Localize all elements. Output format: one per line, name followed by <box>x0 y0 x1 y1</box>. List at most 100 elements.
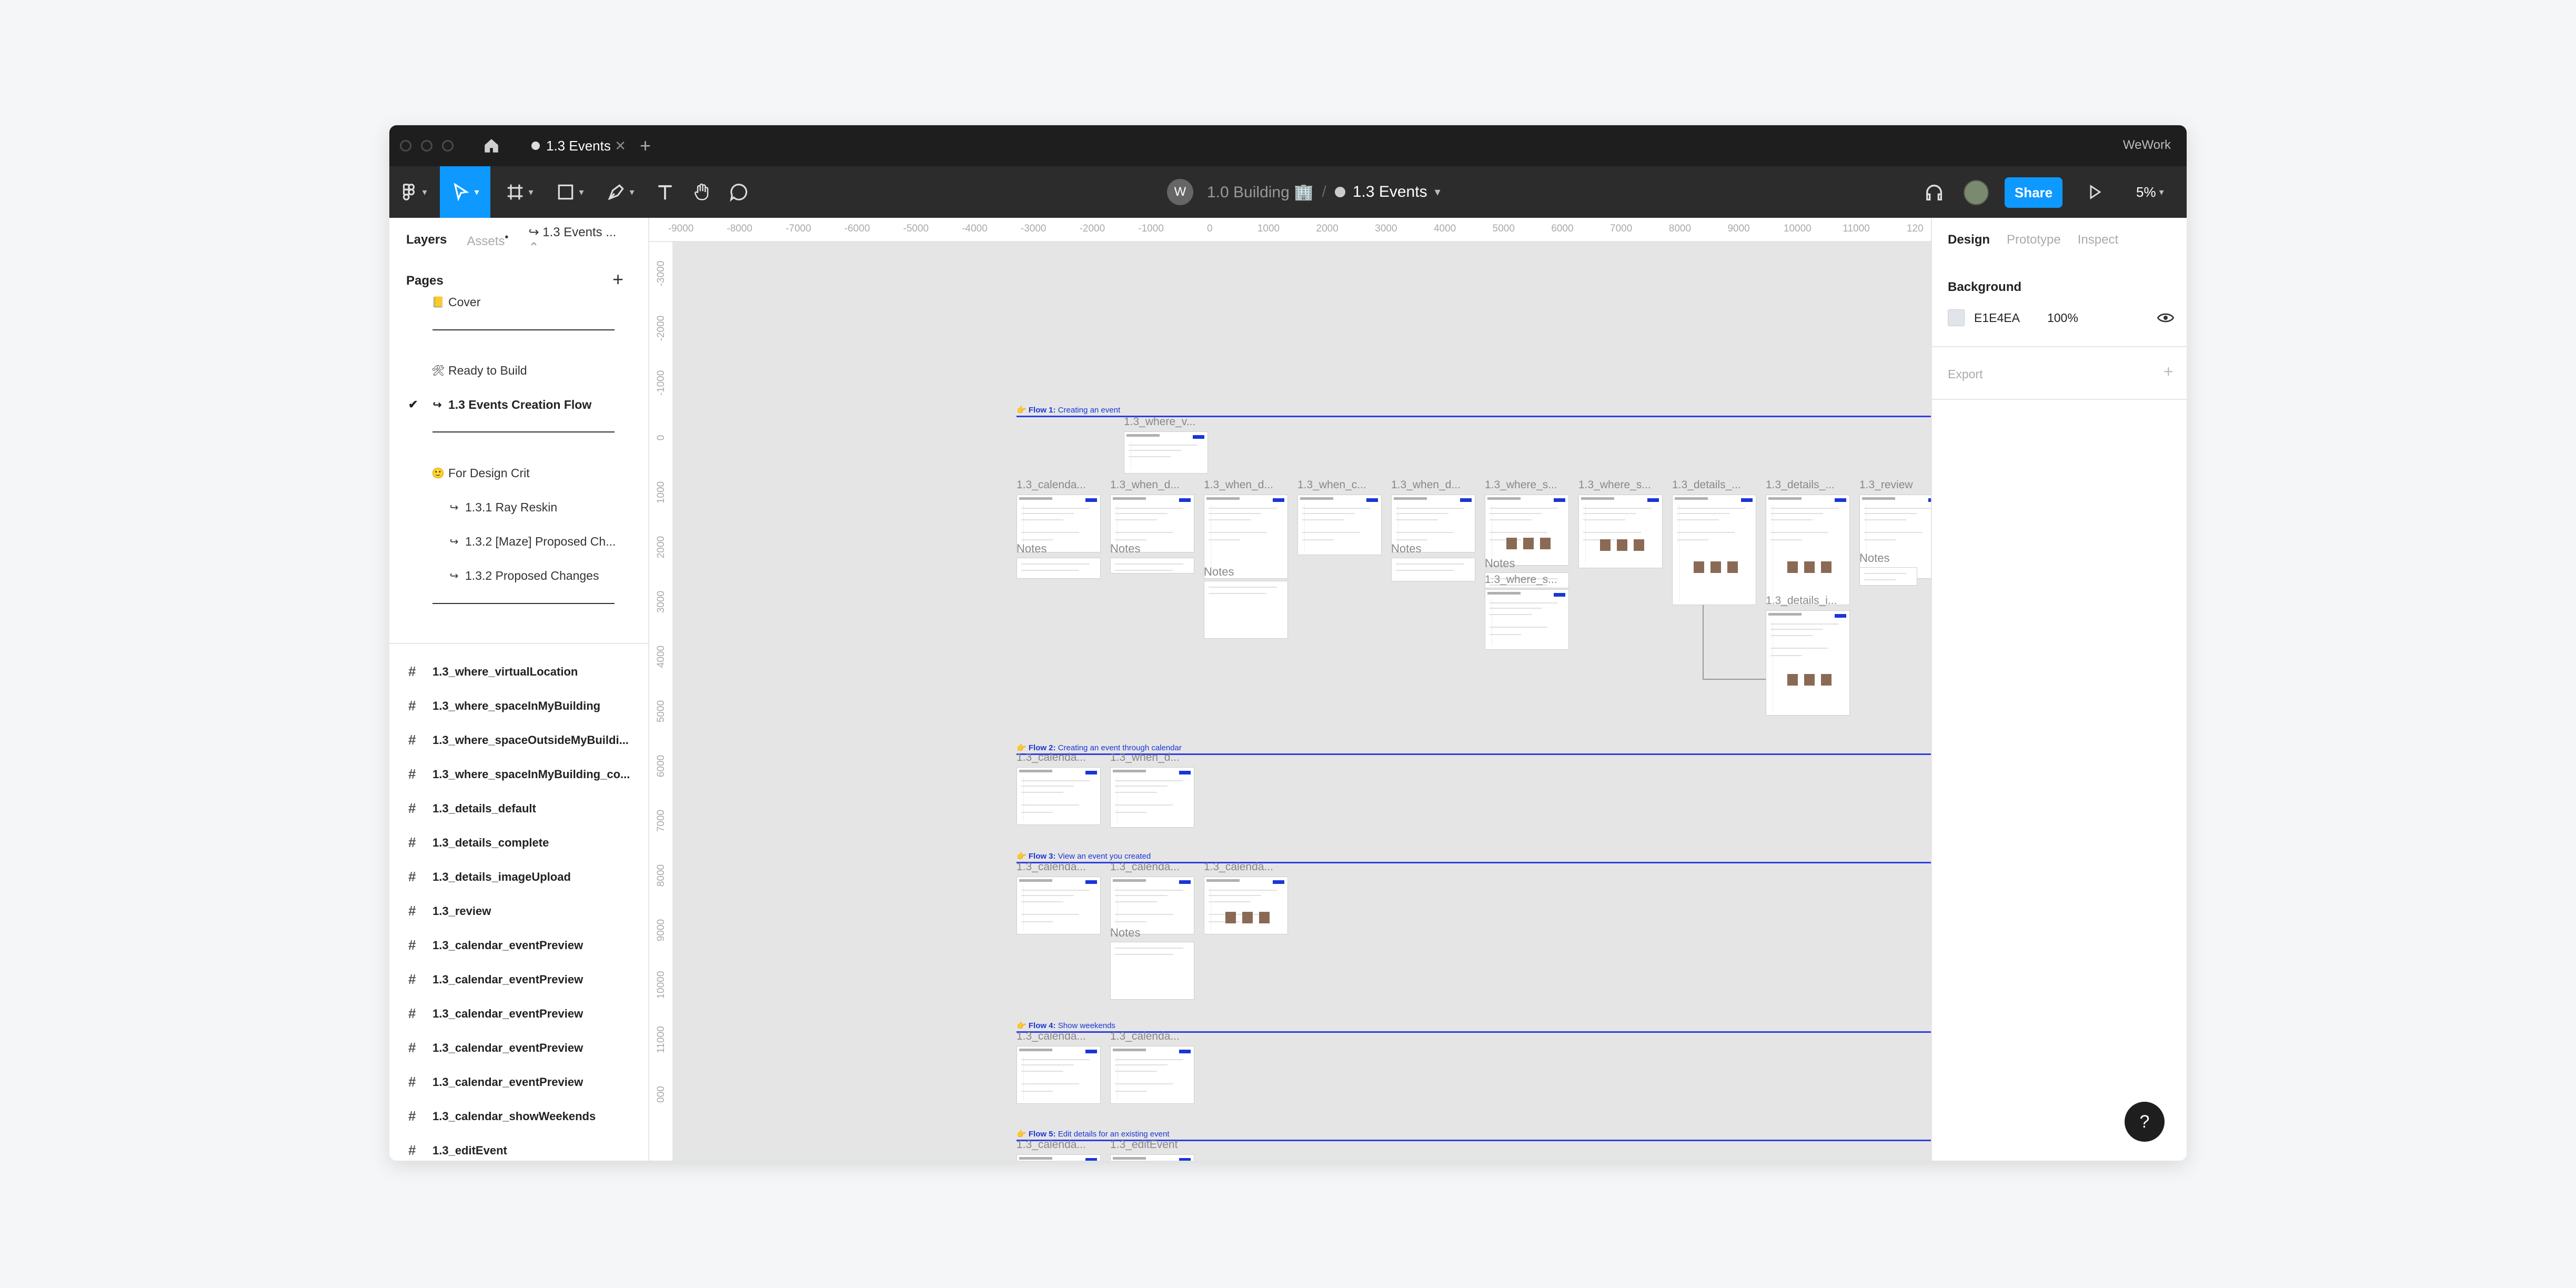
hand-tool-button[interactable] <box>686 166 718 218</box>
file-tab[interactable]: 1.3 Events ✕ <box>521 125 631 166</box>
main-menu-button[interactable]: ▾ <box>389 166 437 218</box>
page-item-design-crit[interactable]: 🙂 For Design Crit <box>389 456 649 490</box>
frame-notes[interactable] <box>1204 581 1288 639</box>
layer-row[interactable]: #1.3_calendar_eventPreview <box>389 928 649 962</box>
text-tool-button[interactable] <box>649 166 681 218</box>
layer-row[interactable]: #1.3_where_spaceOutsideMyBuildi... <box>389 723 649 757</box>
frame-label[interactable]: 1.3_calenda... <box>1017 861 1086 873</box>
tab-assets[interactable]: Assets• <box>467 232 508 249</box>
tab-prototype[interactable]: Prototype <box>2007 233 2061 247</box>
frame-thumbnail[interactable] <box>1110 767 1194 828</box>
layer-row[interactable]: #1.3_editEvent <box>389 1133 649 1161</box>
layer-row[interactable]: #1.3_details_complete <box>389 826 649 860</box>
frame-thumbnail[interactable] <box>1672 495 1756 605</box>
tab-inspect[interactable]: Inspect <box>2078 233 2118 247</box>
eye-icon[interactable] <box>2157 312 2174 324</box>
comment-tool-button[interactable] <box>723 166 754 218</box>
layer-row[interactable]: #1.3_review <box>389 894 649 928</box>
help-button[interactable]: ? <box>2125 1102 2165 1142</box>
pen-tool-button[interactable]: ▾ <box>596 166 645 218</box>
frame-label[interactable]: 1.3_calenda... <box>1017 1030 1086 1043</box>
zoom-dropdown[interactable]: 5% ▾ <box>2136 166 2164 218</box>
background-hex-input[interactable]: E1E4EA <box>1974 311 2020 325</box>
frame-label[interactable]: 1.3_when_c... <box>1297 479 1366 491</box>
file-name[interactable]: 1.3 Events <box>1353 183 1427 201</box>
share-button[interactable]: Share <box>2005 177 2062 208</box>
design-canvas[interactable]: 👉 Flow 1: Creating an event 👉 Flow 2: Cre… <box>673 242 1931 1161</box>
frame-thumbnail[interactable] <box>1110 1154 1194 1161</box>
close-tab-icon[interactable]: ✕ <box>615 138 626 154</box>
frame-label[interactable]: 1.3_calenda... <box>1110 1030 1180 1043</box>
background-opacity-input[interactable]: 100% <box>2047 311 2078 325</box>
maximize-window-button[interactable] <box>442 140 454 152</box>
layer-row[interactable]: #1.3_where_spaceInMyBuilding <box>389 689 649 723</box>
frame-thumbnail[interactable] <box>1766 610 1850 716</box>
user-avatar[interactable] <box>1964 180 1989 205</box>
frame-label[interactable]: 1.3_calenda... <box>1204 861 1273 873</box>
page-selector[interactable]: ↪ 1.3 Events ... ⌃ <box>528 225 628 255</box>
frame-label[interactable]: 1.3_details_i... <box>1766 595 1837 607</box>
frame-thumbnail[interactable] <box>1485 495 1569 566</box>
tab-design[interactable]: Design <box>1948 233 1990 247</box>
frame-notes[interactable] <box>1110 942 1194 1000</box>
frame-thumbnail[interactable] <box>1124 431 1208 474</box>
frame-label[interactable]: 1.3_calenda... <box>1110 861 1180 873</box>
home-icon[interactable] <box>482 137 501 155</box>
background-color-swatch[interactable] <box>1948 309 1965 326</box>
frame-label[interactable]: 1.3_where_s... <box>1578 479 1651 491</box>
minimize-window-button[interactable] <box>421 140 432 152</box>
frame-label[interactable]: 1.3_calenda... <box>1017 1139 1086 1151</box>
page-item-ray-reskin[interactable]: ↪ 1.3.1 Ray Reskin <box>389 490 649 524</box>
layer-row[interactable]: #1.3_calendar_showWeekends <box>389 1099 649 1133</box>
headphones-icon[interactable] <box>1924 182 1945 203</box>
move-tool-button[interactable]: ▾ <box>440 166 490 218</box>
layer-row[interactable]: #1.3_where_virtualLocation <box>389 655 649 689</box>
page-item-events-creation-flow[interactable]: ✔ ↪ 1.3 Events Creation Flow <box>389 388 649 421</box>
frame-thumbnail[interactable] <box>1766 495 1850 605</box>
frame-label[interactable]: 1.3_when_d... <box>1204 479 1273 491</box>
frame-notes[interactable] <box>1391 558 1475 581</box>
frame-thumbnail[interactable] <box>1017 877 1101 934</box>
frame-label[interactable]: 1.3_details_... <box>1672 479 1741 491</box>
shape-tool-button[interactable]: ▾ <box>545 166 595 218</box>
frame-thumbnail[interactable] <box>1204 877 1288 934</box>
frame-notes[interactable] <box>1859 567 1917 586</box>
layer-row[interactable]: #1.3_details_default <box>389 791 649 826</box>
page-item-maze-proposed[interactable]: ↪ 1.3.2 [Maze] Proposed Ch... <box>389 525 649 558</box>
frame-label[interactable]: 1.3_where_s... <box>1485 573 1557 586</box>
project-name[interactable]: 1.0 Building 🏢 <box>1207 183 1313 202</box>
new-tab-icon[interactable]: + <box>640 135 651 157</box>
frame-label[interactable]: 1.3_review <box>1859 479 1913 491</box>
frame-label[interactable]: 1.3_when_d... <box>1391 479 1461 491</box>
workspace-avatar[interactable]: W <box>1167 179 1193 205</box>
layer-row[interactable]: #1.3_calendar_eventPreview <box>389 997 649 1031</box>
frame-thumbnail[interactable] <box>1017 1154 1101 1161</box>
close-window-button[interactable] <box>400 140 411 152</box>
layer-row[interactable]: #1.3_where_spaceInMyBuilding_co... <box>389 757 649 791</box>
tab-layers[interactable]: Layers <box>406 233 447 247</box>
frame-label[interactable]: 1.3_calenda... <box>1017 479 1086 491</box>
frame-thumbnail[interactable] <box>1485 589 1569 650</box>
frame-thumbnail[interactable] <box>1578 495 1663 568</box>
frame-label[interactable]: 1.3_where_s... <box>1485 479 1557 491</box>
layer-row[interactable]: #1.3_calendar_eventPreview <box>389 1031 649 1065</box>
page-item-cover[interactable]: 📒 Cover <box>389 285 649 319</box>
frame-thumbnail[interactable] <box>1017 767 1101 825</box>
play-icon[interactable] <box>2086 183 2104 201</box>
layer-row[interactable]: #1.3_calendar_eventPreview <box>389 1065 649 1099</box>
layer-row[interactable]: #1.3_details_imageUpload <box>389 860 649 894</box>
frame-label[interactable]: 1.3_where_v... <box>1124 416 1195 428</box>
frame-thumbnail[interactable] <box>1017 1046 1101 1104</box>
frame-tool-button[interactable]: ▾ <box>495 166 544 218</box>
layer-row[interactable]: #1.3_calendar_eventPreview <box>389 962 649 997</box>
frame-label[interactable]: 1.3_when_d... <box>1110 479 1180 491</box>
frame-label[interactable]: 1.3_calenda... <box>1017 751 1086 764</box>
frame-label[interactable]: 1.3_when_d... <box>1110 751 1180 764</box>
frame-notes[interactable] <box>1017 558 1101 579</box>
frame-thumbnail[interactable] <box>1859 495 1931 579</box>
frame-label[interactable]: 1.3_editEvent <box>1110 1139 1178 1151</box>
frame-thumbnail[interactable] <box>1297 495 1382 555</box>
page-item-ready-to-build[interactable]: 🛠 Ready to Build <box>389 354 649 387</box>
frame-label[interactable]: 1.3_details_... <box>1766 479 1835 491</box>
page-item-proposed-changes[interactable]: ↪ 1.3.2 Proposed Changes <box>389 559 649 592</box>
